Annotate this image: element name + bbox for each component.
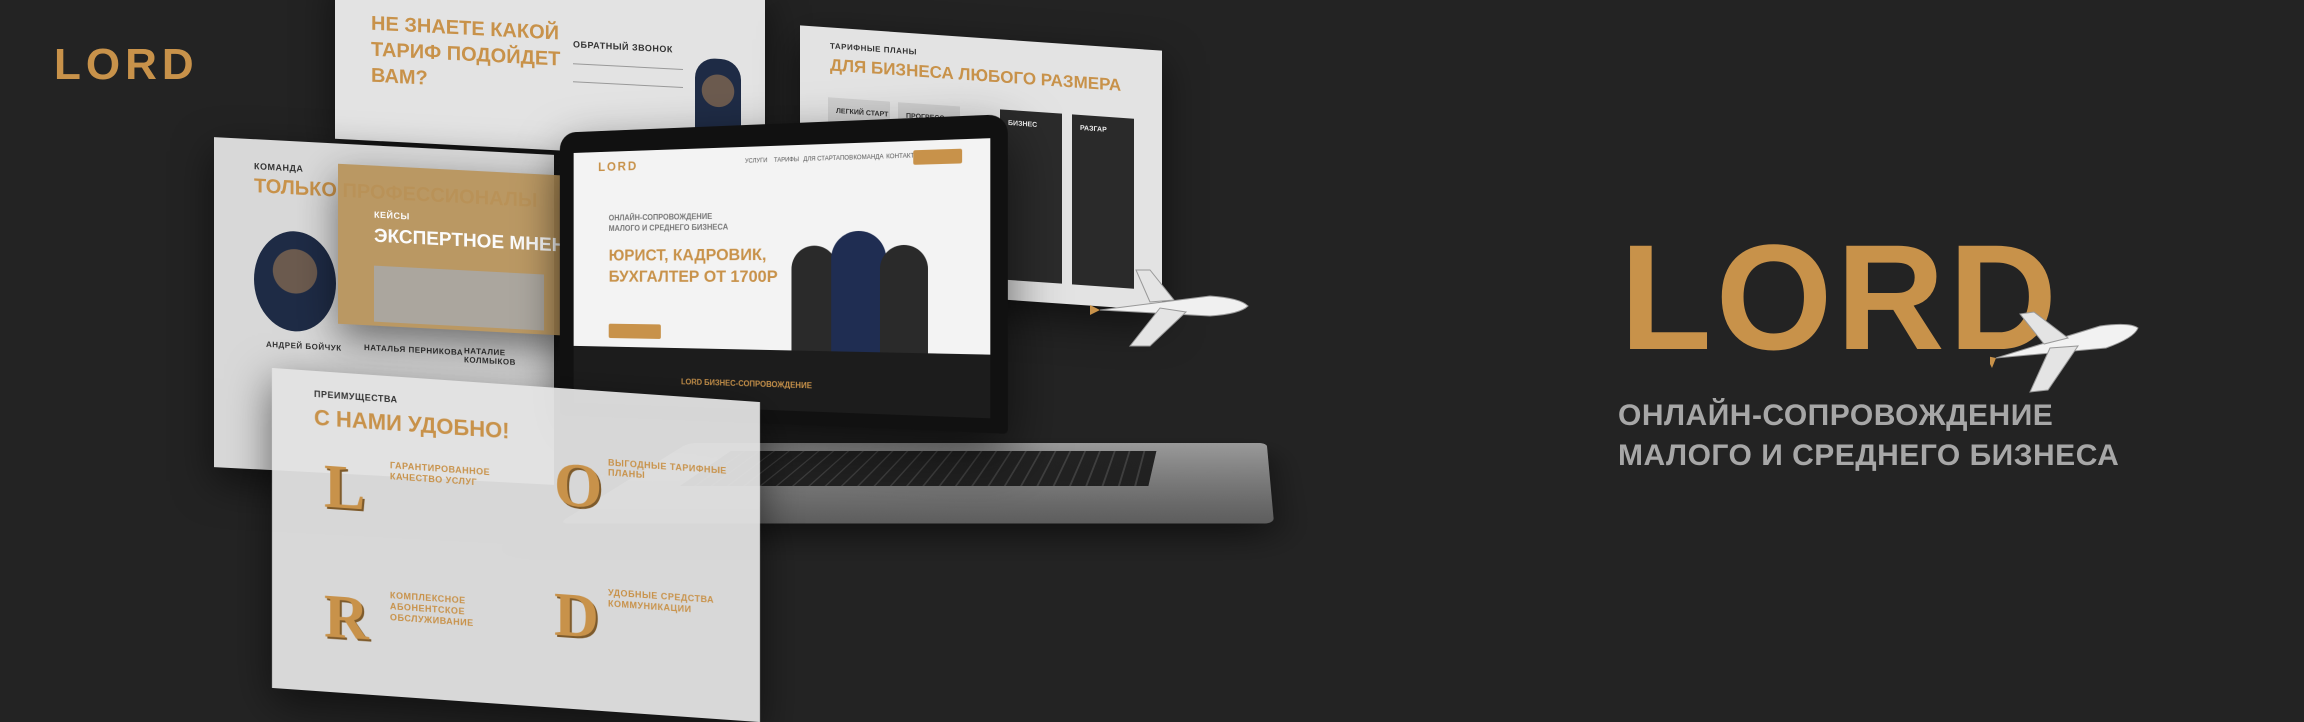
callback-form-label: ОБРАТНЫЙ ЗВОНОК xyxy=(573,39,673,55)
tariffs-label: ТАРИФНЫЕ ПЛАНЫ xyxy=(830,41,917,57)
cases-label: КЕЙСЫ xyxy=(374,209,410,222)
hero-subtitle: ОНЛАЙН-СОПРОВОЖДЕНИЕ МАЛОГО И СРЕДНЕГО Б… xyxy=(608,212,729,233)
team-member-name: НАТАЛИЕ КОЛМЫКОВ xyxy=(464,346,516,367)
tariffs-title: ДЛЯ БИЗНЕСА ЛЮБОГО РАЗМЕРА xyxy=(830,55,1122,95)
person-photo xyxy=(879,244,928,354)
advantage-title: КОМПЛЕКСНОЕ АБОНЕНТСКОЕ ОБСЛУЖИВАНИЕ xyxy=(390,590,474,629)
person-photo xyxy=(831,230,887,353)
hero-cta-button[interactable] xyxy=(608,323,661,339)
tagline: ОНЛАЙН-СОПРОВОЖДЕНИЕ МАЛОГО И СРЕДНЕГО Б… xyxy=(1618,396,2119,476)
advantages-label: ПРЕИМУЩЕСТВА xyxy=(314,388,398,405)
nav-item[interactable]: УСЛУГИ xyxy=(745,158,767,165)
footer-title: LORD БИЗНЕС-СОПРОВОЖДЕНИЕ xyxy=(681,377,812,391)
advantage-title: ВЫГОДНЫЕ ТАРИФНЫЕ ПЛАНЫ xyxy=(608,457,727,481)
advantages-panel: ПРЕИМУЩЕСТВА С НАМИ УДОБНО! L ГАРАНТИРОВ… xyxy=(272,367,760,722)
tagline-line: ОНЛАЙН-СОПРОВОЖДЕНИЕ xyxy=(1618,399,2054,432)
cases-panel: КЕЙСЫ ЭКСПЕРТНОЕ МНЕН xyxy=(338,163,578,337)
advantages-title: С НАМИ УДОБНО! xyxy=(314,404,510,444)
video-thumbnail[interactable] xyxy=(374,265,544,331)
advantage-title: ГАРАНТИРОВАННОЕ КАЧЕСТВО УСЛУГ xyxy=(390,460,491,488)
brand-logo-small: LORD xyxy=(54,40,199,89)
hero-headline: ЮРИСТ, КАДРОВИК, БУХГАЛТЕР ОТ 1700Р xyxy=(608,245,778,287)
laptop-screen: LORD УСЛУГИ ТАРИФЫ ДЛЯ СТАРТАПОВ КОМАНДА… xyxy=(573,138,991,419)
callback-button[interactable] xyxy=(913,148,963,165)
laptop-lid: LORD УСЛУГИ ТАРИФЫ ДЛЯ СТАРТАПОВ КОМАНДА… xyxy=(559,114,1008,434)
team-label: КОМАНДА xyxy=(254,161,304,174)
nav-item[interactable]: ТАРИФЫ xyxy=(774,157,799,164)
nav-item[interactable]: КОМАНДА xyxy=(853,154,883,161)
tagline-line: МАЛОГО И СРЕДНЕГО БИЗНЕСА xyxy=(1618,439,2120,472)
tariff-card: БИЗНЕС xyxy=(1000,109,1062,284)
rocket-plane-icon xyxy=(1090,269,1249,347)
callback-title: НЕ ЗНАЕТЕ КАКОЙ ТАРИФ ПОДОЙДЕТ ВАМ? xyxy=(371,12,561,90)
letter-icon: D xyxy=(554,580,599,652)
team-member-name: АНДРЕЙ БОЙЧУК xyxy=(266,339,342,353)
letter-icon: R xyxy=(324,582,369,654)
team-member-name: НАТАЛЬЯ ПЕРНИКОВА xyxy=(364,342,464,358)
letter-icon: O xyxy=(554,450,603,523)
callback-field xyxy=(573,81,683,88)
cases-title: ЭКСПЕРТНОЕ МНЕН xyxy=(374,225,566,257)
letter-icon: L xyxy=(324,452,366,524)
callback-field xyxy=(573,63,683,70)
rocket-plane-icon xyxy=(1990,311,2139,393)
team-member-photo xyxy=(254,229,336,334)
site-logo[interactable]: LORD xyxy=(598,158,638,174)
nav-item[interactable]: ДЛЯ СТАРТАПОВ xyxy=(803,155,853,163)
advantage-title: УДОБНЫЕ СРЕДСТВА КОММУНИКАЦИИ xyxy=(608,587,715,615)
